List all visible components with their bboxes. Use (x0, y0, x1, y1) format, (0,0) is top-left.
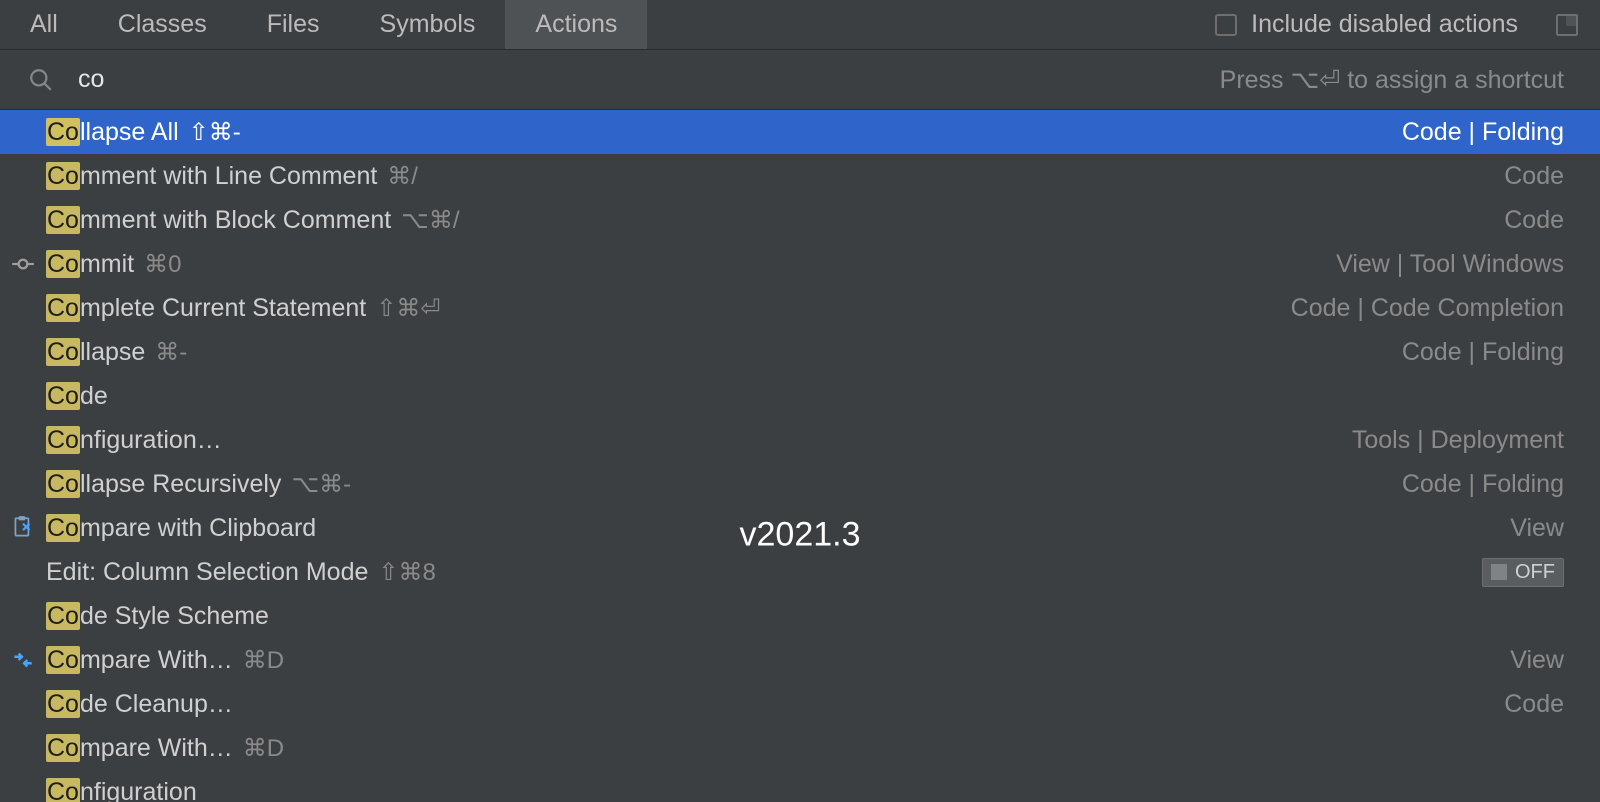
result-row[interactable]: Code Style Scheme (0, 594, 1600, 638)
result-row[interactable]: Commit ⌘0 View | Tool Windows (0, 242, 1600, 286)
shortcut-label: ⌥⌘- (291, 470, 351, 499)
action-category: Code (1504, 206, 1564, 235)
result-row[interactable]: Edit: Column Selection Mode ⇧⌘8 OFF (0, 550, 1600, 594)
action-category: View (1510, 514, 1564, 543)
result-row[interactable]: Configuration… Tools | Deployment (0, 418, 1600, 462)
search-input[interactable] (54, 65, 1220, 94)
search-everywhere-tabs: All Classes Files Symbols Actions Includ… (0, 0, 1600, 50)
shortcut-label: ⌘0 (144, 250, 181, 279)
action-name: Comment with Block Comment (46, 206, 391, 235)
result-row[interactable]: Configuration (0, 770, 1600, 802)
action-name: Comment with Line Comment (46, 162, 377, 191)
tab-symbols[interactable]: Symbols (350, 0, 506, 49)
action-category: Code | Folding (1402, 338, 1564, 367)
action-category: Code | Code Completion (1291, 294, 1564, 323)
shortcut-label: ⇧⌘⏎ (376, 294, 440, 323)
action-name: Compare with Clipboard (46, 514, 316, 543)
shortcut-label: ⇧⌘- (189, 118, 241, 147)
checkbox-icon[interactable] (1215, 14, 1237, 36)
action-category: Tools | Deployment (1352, 426, 1564, 455)
action-name: Configuration (46, 778, 197, 802)
action-name: Collapse All (46, 118, 179, 147)
action-name: Code (46, 382, 108, 411)
action-name: Collapse Recursively (46, 470, 281, 499)
tab-all[interactable]: All (0, 0, 88, 49)
result-row[interactable]: Collapse ⌘- Code | Folding (0, 330, 1600, 374)
action-category: Code | Folding (1402, 118, 1564, 147)
result-row[interactable]: Code Cleanup… Code (0, 682, 1600, 726)
result-row[interactable]: Code (0, 374, 1600, 418)
action-category: Code (1504, 690, 1564, 719)
action-name: Code Cleanup… (46, 690, 233, 719)
action-category: View (1510, 646, 1564, 675)
search-icon (28, 67, 54, 93)
include-disabled-label: Include disabled actions (1251, 10, 1518, 39)
result-row[interactable]: Compare With… ⌘D (0, 726, 1600, 770)
tab-files[interactable]: Files (237, 0, 350, 49)
shortcut-hint: Press ⌥⏎ to assign a shortcut (1220, 65, 1564, 95)
commit-icon (8, 249, 38, 279)
pin-icon[interactable] (1552, 10, 1582, 40)
tab-actions[interactable]: Actions (505, 0, 647, 49)
result-row[interactable]: Collapse All ⇧⌘- Code | Folding (0, 110, 1600, 154)
toggle-off[interactable]: OFF (1482, 558, 1564, 587)
action-name: Compare With… (46, 646, 233, 675)
action-category: Code | Folding (1402, 470, 1564, 499)
compare-icon (8, 645, 38, 675)
shortcut-label: ⌘D (243, 734, 284, 763)
shortcut-label: ⌘/ (387, 162, 418, 191)
shortcut-label: ⌥⌘/ (401, 206, 459, 235)
result-row[interactable]: Complete Current Statement ⇧⌘⏎ Code | Code… (0, 286, 1600, 330)
action-category: View | Tool Windows (1336, 250, 1564, 279)
results-list: v2021.3 Collapse All⇧⌘-Code | FoldingCom… (0, 110, 1600, 802)
result-row[interactable]: Collapse Recursively ⌥⌘- Code | Folding (0, 462, 1600, 506)
action-name: Commit (46, 250, 134, 279)
action-name: Code Style Scheme (46, 602, 269, 631)
shortcut-label: ⇧⌘8 (378, 558, 435, 587)
result-row[interactable]: Compare With… ⌘D View (0, 638, 1600, 682)
action-name: Compare With… (46, 734, 233, 763)
shortcut-label: ⌘- (155, 338, 187, 367)
search-row: Press ⌥⏎ to assign a shortcut (0, 50, 1600, 110)
tab-classes[interactable]: Classes (88, 0, 237, 49)
include-disabled-actions[interactable]: Include disabled actions (1215, 0, 1600, 49)
action-name: Collapse (46, 338, 145, 367)
action-name: Complete Current Statement (46, 294, 366, 323)
action-name: Configuration… (46, 426, 222, 455)
result-row[interactable]: Comment with Line Comment ⌘/ Code (0, 154, 1600, 198)
shortcut-label: ⌘D (243, 646, 284, 675)
result-row[interactable]: Compare with Clipboard View (0, 506, 1600, 550)
result-row[interactable]: Comment with Block Comment ⌥⌘/ Code (0, 198, 1600, 242)
clipboard-compare-icon (8, 513, 38, 543)
action-category: Code (1504, 162, 1564, 191)
action-name: Edit: Column Selection Mode (46, 558, 368, 587)
